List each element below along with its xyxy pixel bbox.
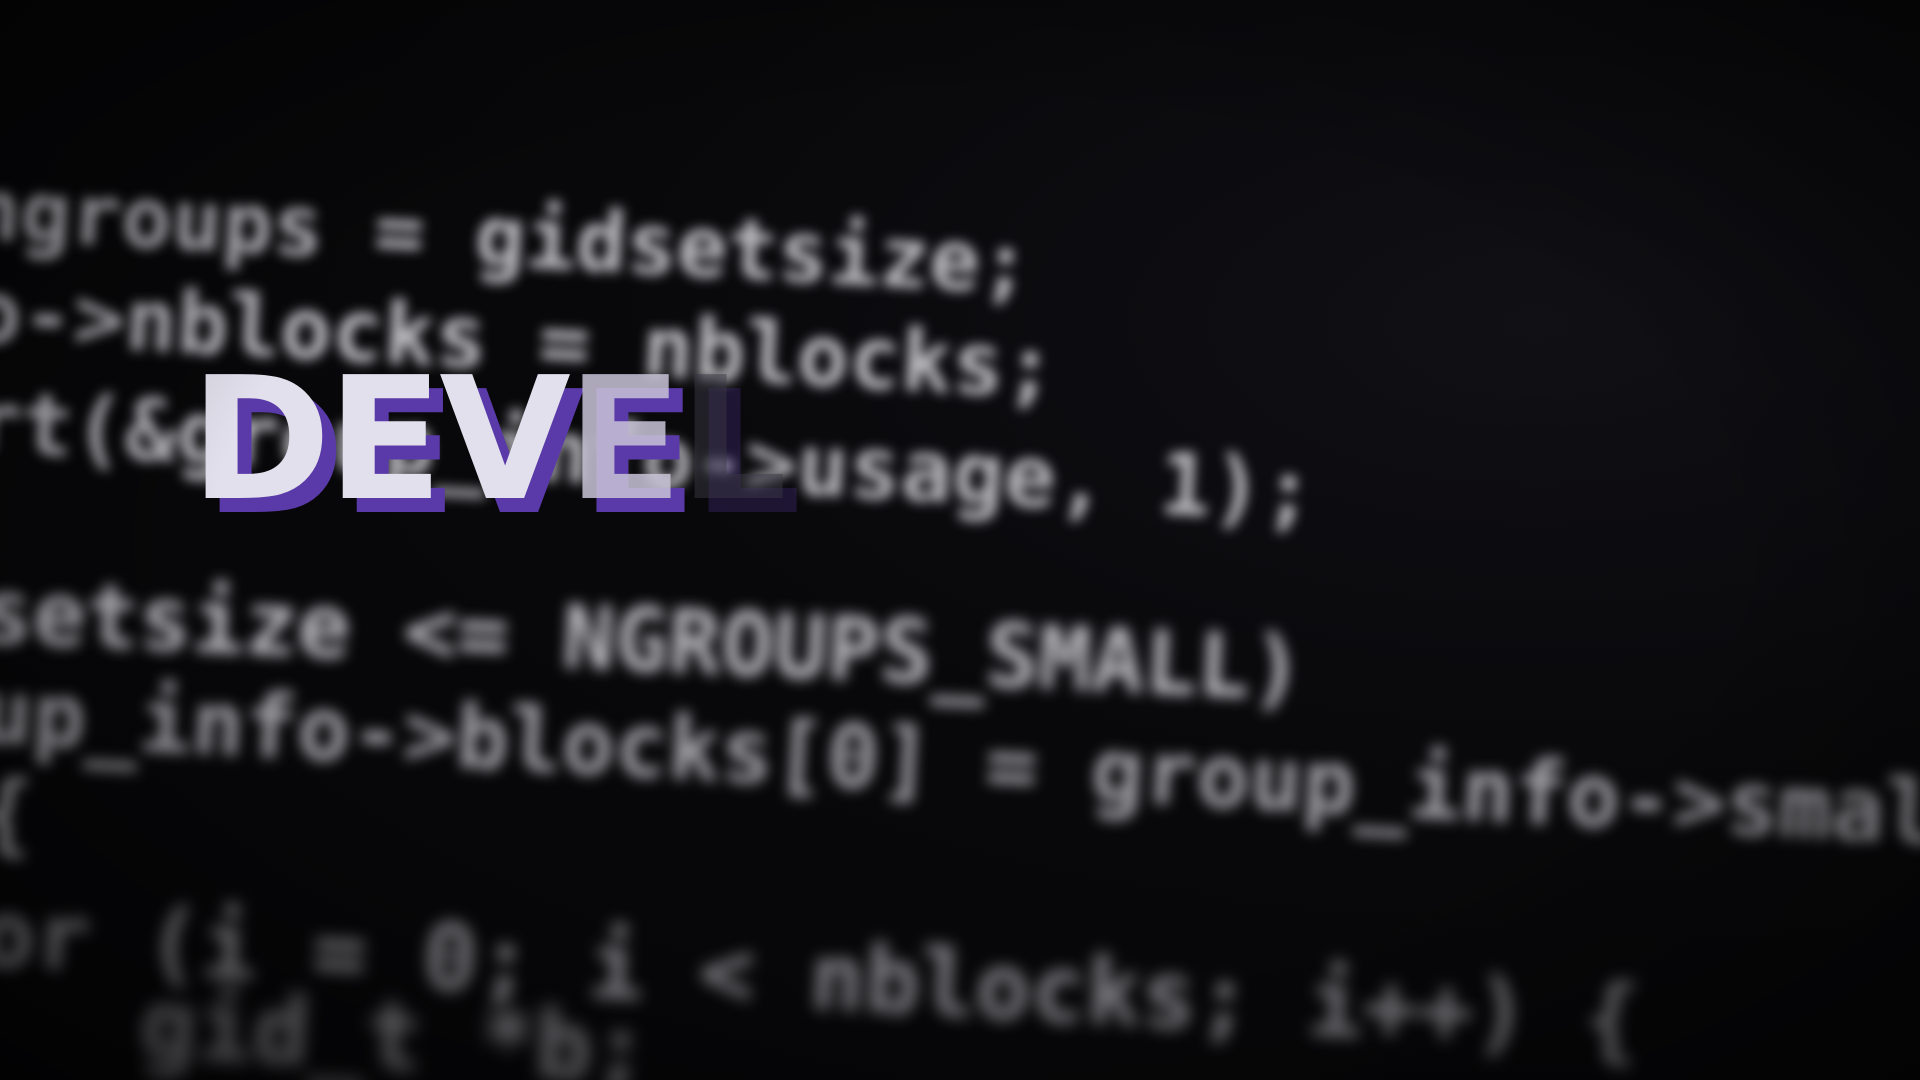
title-letter: E (327, 341, 443, 539)
code-line: { (0, 760, 36, 866)
code-background-scene: ngroups = gidsetsize; o->nblocks = nbloc… (0, 0, 1920, 1080)
title-text: DEVEL (190, 355, 787, 525)
title-letter: L (678, 341, 787, 539)
title-letter: D (190, 341, 331, 539)
devel-title: DEVEL DEVEL (190, 355, 890, 545)
title-letter: E (566, 341, 683, 539)
title-letter: V (439, 341, 571, 539)
